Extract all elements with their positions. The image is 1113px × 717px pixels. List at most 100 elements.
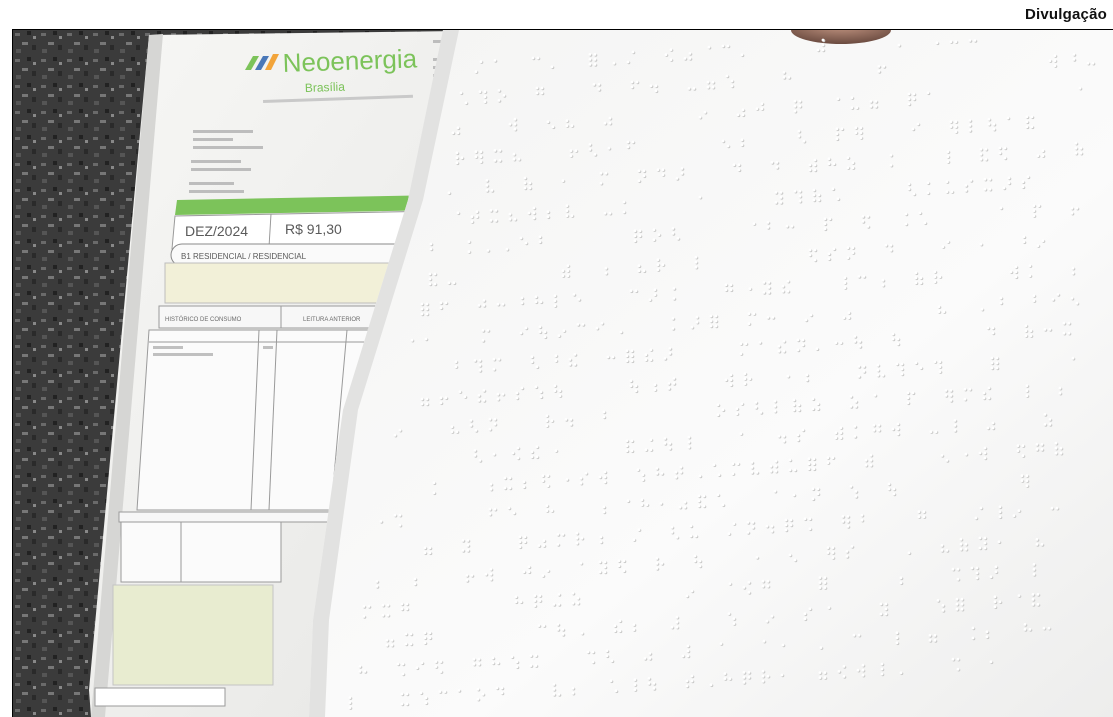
braille-dot bbox=[477, 399, 481, 402]
braille-dot bbox=[746, 521, 750, 524]
braille-dot bbox=[685, 679, 689, 683]
braille-dot bbox=[423, 631, 427, 635]
braille-dot bbox=[552, 683, 556, 686]
braille-dot bbox=[941, 609, 945, 612]
braille-dot bbox=[523, 176, 527, 180]
braille-dot bbox=[859, 131, 863, 134]
braille-dot bbox=[773, 489, 777, 493]
braille-dot bbox=[513, 127, 517, 131]
braille-dot bbox=[1025, 384, 1029, 387]
braille-dot bbox=[610, 659, 614, 663]
braille-dot bbox=[834, 341, 838, 344]
braille-dot bbox=[1074, 146, 1078, 150]
braille-dot bbox=[348, 696, 352, 699]
braille-dot bbox=[680, 167, 684, 170]
braille-dot bbox=[959, 537, 963, 541]
braille-dot bbox=[546, 120, 550, 124]
bill-label-history: HISTÓRICO DE CONSUMO bbox=[165, 316, 242, 323]
braille-dot bbox=[797, 129, 801, 133]
braille-dot bbox=[534, 300, 538, 304]
braille-dot bbox=[985, 630, 989, 634]
braille-dot bbox=[729, 378, 733, 382]
braille-dot bbox=[998, 151, 1002, 155]
braille-dot bbox=[1003, 146, 1007, 150]
braille-dot bbox=[823, 676, 827, 679]
braille-dot bbox=[653, 288, 657, 291]
braille-dot bbox=[906, 396, 910, 400]
braille-dot bbox=[527, 570, 531, 574]
braille-dot bbox=[851, 166, 855, 170]
braille-dot bbox=[1014, 270, 1018, 274]
braille-dot bbox=[723, 677, 727, 680]
braille-dot bbox=[765, 524, 769, 528]
braille-dot bbox=[1042, 626, 1046, 630]
braille-dot bbox=[485, 189, 489, 192]
braille-dot bbox=[1017, 594, 1021, 597]
braille-dot bbox=[906, 391, 910, 395]
braille-dot bbox=[633, 688, 637, 691]
braille-dot bbox=[798, 194, 802, 198]
braille-dot bbox=[767, 291, 771, 294]
braille-dot bbox=[657, 233, 661, 237]
braille-dot bbox=[670, 525, 674, 529]
braille-dot bbox=[556, 533, 560, 536]
braille-dot bbox=[670, 530, 674, 534]
braille-dot bbox=[736, 113, 740, 117]
braille-dot bbox=[439, 301, 443, 305]
braille-dot bbox=[619, 330, 623, 334]
braille-dot bbox=[766, 579, 770, 583]
braille-dot bbox=[433, 272, 437, 276]
braille-dot bbox=[933, 360, 937, 363]
braille-dot bbox=[518, 545, 522, 549]
braille-dot bbox=[983, 177, 987, 181]
braille-dot bbox=[872, 423, 876, 427]
braille-dot bbox=[592, 83, 596, 86]
braille-dot bbox=[663, 357, 667, 360]
braille-dot bbox=[821, 43, 825, 47]
braille-dot bbox=[978, 536, 982, 540]
braille-dot bbox=[668, 447, 672, 450]
braille-dot bbox=[811, 497, 815, 501]
braille-dot bbox=[405, 692, 409, 696]
braille-dot bbox=[831, 546, 835, 549]
braille-dot bbox=[571, 686, 575, 690]
braille-dot bbox=[429, 242, 433, 246]
braille-dot bbox=[672, 382, 676, 385]
braille-dot bbox=[1048, 59, 1052, 62]
braille-dot bbox=[470, 220, 474, 224]
braille-dot bbox=[926, 91, 930, 95]
braille-dot bbox=[520, 301, 524, 305]
braille-dot bbox=[386, 603, 390, 607]
braille-dot bbox=[811, 397, 815, 401]
braille-dot bbox=[823, 222, 827, 226]
braille-dot bbox=[839, 431, 843, 434]
braille-dot bbox=[634, 389, 638, 393]
braille-dot bbox=[1023, 623, 1027, 626]
braille-dot bbox=[562, 329, 566, 332]
braille-dot bbox=[461, 549, 465, 552]
braille-dot bbox=[723, 672, 727, 675]
braille-dot bbox=[968, 124, 972, 127]
braille-dot bbox=[405, 607, 409, 611]
braille-dot bbox=[483, 100, 487, 103]
braille-dot bbox=[788, 468, 792, 472]
braille-dot bbox=[960, 607, 964, 611]
braille-dot bbox=[634, 289, 638, 293]
braille-dot bbox=[998, 600, 1002, 604]
braille-dot bbox=[694, 260, 698, 264]
braille-dot bbox=[766, 674, 770, 678]
braille-dot bbox=[729, 373, 733, 377]
braille-dot bbox=[632, 628, 636, 631]
braille-dot bbox=[882, 65, 886, 68]
braille-dot bbox=[969, 179, 973, 182]
braille-dot bbox=[507, 506, 511, 510]
braille-dot bbox=[694, 265, 698, 269]
braille-dot bbox=[456, 126, 460, 130]
braille-dot bbox=[637, 169, 641, 173]
braille-dot bbox=[496, 302, 500, 306]
braille-dot bbox=[946, 240, 950, 244]
braille-dot bbox=[917, 510, 921, 513]
braille-dot bbox=[598, 560, 602, 564]
braille-dot bbox=[1025, 389, 1029, 392]
braille-dot bbox=[660, 472, 664, 475]
